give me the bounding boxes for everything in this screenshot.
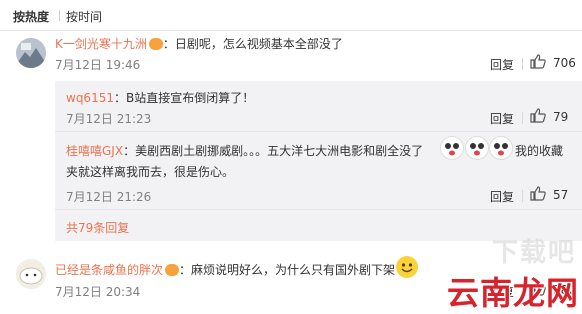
- shock-emoji-icon: [440, 136, 464, 160]
- reply-header: wq6151：B站直接宣布倒闭算了！: [66, 89, 254, 106]
- reply-text-line2: 夹就这样离我而去，很是伤心。: [66, 165, 235, 179]
- reply-text-continued: 我的收藏: [515, 144, 564, 158]
- reply-date: 7月12日 21:26: [66, 190, 152, 204]
- reply-date: 7月12日 21:23: [66, 112, 152, 126]
- avatar[interactable]: [16, 38, 46, 68]
- watermark-bottom: 云南龙网: [447, 274, 580, 312]
- like-count: 57: [553, 188, 569, 202]
- comment-date: 7月12日 19:46: [55, 58, 141, 72]
- reply-divider: [55, 209, 582, 210]
- comment-header: K一剑光寒十九洲 ：日剧呢，怎么视频基本全部没了: [55, 35, 343, 52]
- shock-emoji-icon: [489, 136, 513, 160]
- action-divider: [522, 58, 523, 70]
- tab-sort-time[interactable]: 按时间: [66, 8, 102, 25]
- like-thumb-icon[interactable]: [530, 186, 546, 204]
- reply-text: ：美剧西剧土剧挪威剧。。。五大洋七大洲电影和剧全没了: [123, 144, 424, 158]
- avatar[interactable]: [16, 259, 46, 289]
- vip-badge-icon: [148, 38, 163, 50]
- tab-sort-hot[interactable]: 按热度: [13, 8, 49, 25]
- reply-button[interactable]: 回复: [490, 110, 514, 127]
- like-count: 706: [553, 56, 576, 70]
- shock-emoji-icon: [465, 136, 489, 160]
- reply-header: 桂嘻嘻GJX：美剧西剧土剧挪威剧。。。五大洋七大洲电影和剧全没了: [66, 142, 423, 159]
- like-thumb-icon[interactable]: [530, 108, 546, 126]
- reply-button[interactable]: 回复: [490, 56, 514, 73]
- reply-button[interactable]: 回复: [490, 188, 514, 205]
- comment-text: ：日剧呢，怎么视频基本全部没了: [162, 37, 343, 51]
- tab-divider: [59, 10, 60, 21]
- watermark-top: 下载吧: [492, 238, 577, 268]
- comment-text: ：麻烦说明好么，为什么只有国外剧下架: [179, 263, 396, 277]
- reply-username[interactable]: 桂嘻嘻GJX: [66, 144, 123, 158]
- smile-emoji-icon: [396, 256, 418, 278]
- more-replies-link[interactable]: 共79条回复: [66, 219, 129, 236]
- comment-username[interactable]: K一剑光寒十九洲: [55, 37, 147, 51]
- like-count: 79: [553, 110, 569, 124]
- vip-badge-icon: [165, 264, 180, 276]
- reply-username[interactable]: wq6151: [66, 91, 114, 105]
- sort-tabs: 按热度 按时间: [0, 0, 582, 31]
- action-divider: [522, 190, 523, 202]
- reply-text: ：B站直接宣布倒闭算了！: [113, 91, 255, 105]
- comment-username[interactable]: 已经是条咸鱼的胖次: [55, 263, 163, 277]
- reply-divider: [55, 131, 582, 132]
- comment-header: 已经是条咸鱼的胖次 ：麻烦说明好么，为什么只有国外剧下架: [55, 261, 395, 278]
- like-thumb-icon[interactable]: [530, 54, 546, 72]
- comment-date: 7月12日 20:34: [55, 285, 141, 299]
- action-divider: [522, 112, 523, 124]
